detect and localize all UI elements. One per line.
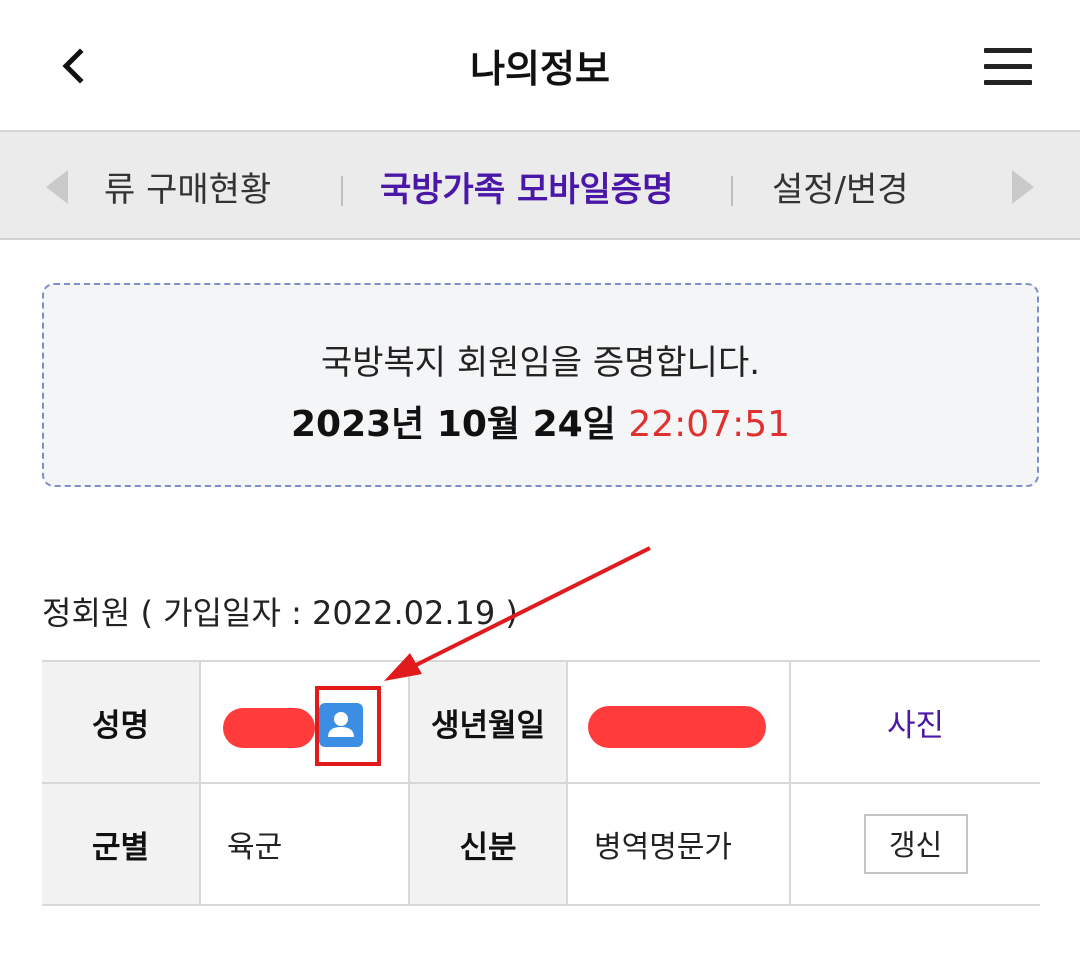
name-label: 성명 bbox=[42, 660, 200, 784]
certificate-statement: 국방복지 회원임을 증명합니다. bbox=[320, 343, 761, 383]
page-title: 나의정보 bbox=[470, 47, 610, 91]
photo-link[interactable]: 사진 bbox=[887, 708, 944, 744]
hamburger-menu-icon[interactable] bbox=[984, 46, 1034, 88]
branch-label: 군별 bbox=[42, 782, 200, 906]
certificate-time: 22:07:51 bbox=[628, 404, 791, 445]
tab-scroll-left-icon[interactable] bbox=[46, 170, 68, 204]
tab-settings[interactable]: 설정/변경 bbox=[772, 162, 909, 211]
tab-bar: 류 구매현황 국방가족 모바일증명 설정/변경 bbox=[0, 132, 1080, 240]
annotation-arrow bbox=[384, 546, 651, 681]
certificate-datetime: 2023년 10월 24일 22:07:51 bbox=[44, 395, 1037, 447]
certificate-box: 국방복지 회원임을 증명합니다. 2023년 10월 24일 22:07:51 bbox=[42, 283, 1039, 487]
photo-cell: 사진 bbox=[789, 660, 1040, 784]
app-header: 나의정보 bbox=[0, 0, 1080, 132]
certificate-date: 2023년 10월 24일 bbox=[290, 404, 616, 445]
branch-value: 육군 bbox=[199, 782, 409, 906]
renew-button[interactable]: 갱신 bbox=[863, 814, 968, 874]
name-redaction bbox=[223, 708, 315, 748]
status-label: 신분 bbox=[408, 782, 567, 906]
tab-purchase-status[interactable]: 류 구매현황 bbox=[104, 162, 271, 211]
table-row: 군별 육군 신분 병역명문가 갱신 bbox=[42, 782, 1040, 906]
status-value: 병역명문가 bbox=[566, 782, 790, 906]
tab-scroll-right-icon[interactable] bbox=[1012, 170, 1034, 204]
tab-divider bbox=[341, 176, 343, 206]
tab-divider bbox=[731, 176, 733, 206]
birthdate-redaction bbox=[588, 706, 766, 748]
tab-mobile-certificate[interactable]: 국방가족 모바일증명 bbox=[380, 162, 673, 211]
renew-cell: 갱신 bbox=[789, 782, 1040, 906]
